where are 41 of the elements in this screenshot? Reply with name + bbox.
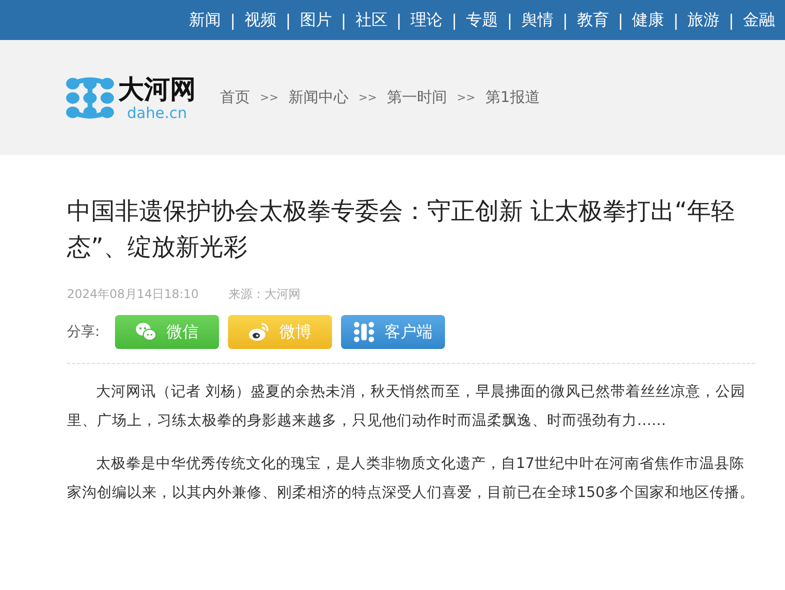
dots-grid-icon: [352, 321, 375, 343]
nav-link[interactable]: 图片: [300, 10, 332, 30]
nav-link[interactable]: 旅游: [688, 10, 720, 30]
eye-swirl-icon: [248, 321, 270, 343]
article-title: 中国非遗保护协会太极拳专委会：守正创新 让太极拳打出“年轻态”、绽放新光彩: [67, 196, 736, 263]
breadcrumb-link[interactable]: 第一时间: [386, 88, 447, 107]
nav-separator: |: [507, 10, 512, 30]
nav-separator: |: [673, 10, 679, 30]
nav-separator: |: [562, 10, 568, 30]
breadcrumb-separator: >>: [260, 91, 278, 104]
nav-link[interactable]: 社区: [355, 10, 388, 30]
nav-separator: |: [452, 10, 458, 30]
nav-link[interactable]: 视频: [244, 10, 276, 30]
publish-date: 2024年08月14日18:10: [67, 286, 199, 303]
nav-link[interactable]: 理论: [410, 10, 443, 30]
article-paragraph: 大河网讯（记者 刘杨）盛夏的余热未消，秋天悄然而至，早晨拂面的微风已然带着丝丝凉意，公园里、广场上，习练太极拳的身影越来越多，只见他们动作时而温柔飘逸、时而强劲有力……: [67, 382, 747, 431]
nav-separator: |: [728, 10, 734, 30]
share-button[interactable]: 客户端: [340, 315, 445, 349]
breadcrumb-separator: >>: [456, 91, 476, 104]
nav-link[interactable]: 教育: [576, 10, 609, 30]
article-paragraph: 太极拳是中华优秀传统文化的瑰宝，是人类非物质文化遗产，自17世纪中叶在河南省焦作市温县陈家沟创编以来，以其内外兼修、刚柔相济的特点深受人们喜爱，目前已在全球150多个国家和地区传播。: [67, 454, 756, 503]
article-source: 来源：大河网: [228, 286, 301, 303]
breadcrumb-link[interactable]: 首页: [220, 88, 250, 107]
nav-link[interactable]: 舆情: [521, 10, 554, 30]
nav-separator: |: [230, 10, 236, 30]
nav-link[interactable]: 金融: [743, 10, 775, 30]
nav-separator: |: [618, 10, 624, 30]
breadcrumb-link[interactable]: 新闻中心: [288, 88, 348, 107]
breadcrumb-separator: >>: [358, 91, 377, 104]
nav-separator: |: [340, 10, 346, 30]
nav-link[interactable]: 健康: [632, 10, 664, 30]
logo-domain: dahe.cn: [127, 104, 187, 120]
chat-bubbles-icon: [134, 321, 157, 343]
breadcrumb-link[interactable]: 第1报道: [485, 88, 540, 107]
nav-link[interactable]: 新闻: [189, 10, 222, 30]
logo-name: 大河网: [118, 74, 196, 104]
nav-link[interactable]: 专题: [466, 10, 498, 30]
logo-icon: [66, 76, 114, 120]
share-label: 分享:: [67, 323, 100, 341]
nav-separator: |: [285, 10, 291, 30]
nav-separator: |: [396, 10, 402, 30]
